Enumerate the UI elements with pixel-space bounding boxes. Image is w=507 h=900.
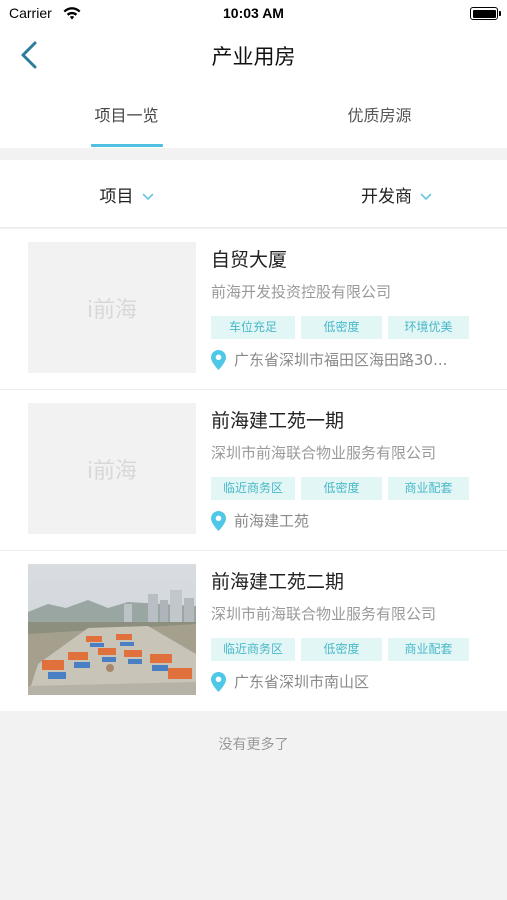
aerial-site-photo — [28, 564, 196, 695]
chevron-down-icon — [420, 193, 432, 200]
tag: 低密度 — [301, 316, 382, 339]
project-thumbnail: i前海 — [28, 403, 196, 534]
tag-list: 车位充足 低密度 环境优美 — [211, 316, 469, 339]
tag: 低密度 — [301, 477, 382, 500]
tab-project-overview[interactable]: 项目一览 — [0, 82, 253, 148]
project-thumbnail: i前海 — [28, 242, 196, 373]
tag: 低密度 — [301, 638, 382, 661]
location-row: 前海建工苑 — [211, 510, 481, 531]
tag: 临近商务区 — [211, 477, 295, 500]
list-item[interactable]: i前海 前海建工苑一期 深圳市前海联合物业服务有限公司 临近商务区 低密度 商业… — [0, 390, 507, 551]
project-name: 前海建工苑二期 — [211, 571, 345, 593]
page-title: 产业用房 — [211, 45, 296, 69]
tab-label: 优质房源 — [347, 106, 412, 125]
list-item[interactable]: 前海建工苑二期 深圳市前海联合物业服务有限公司 临近商务区 低密度 商业配套 广… — [0, 551, 507, 711]
location-pin-icon — [211, 671, 226, 692]
status-bar: Carrier 10:03 AM — [0, 0, 507, 28]
tab-label: 项目一览 — [94, 106, 159, 125]
project-address: 前海建工苑 — [234, 512, 310, 530]
tag: 商业配套 — [388, 638, 469, 661]
no-more-footer: 没有更多了 — [218, 737, 289, 753]
tag-list: 临近商务区 低密度 商业配套 — [211, 477, 469, 500]
status-time: 10:03 AM — [223, 5, 284, 21]
tag: 临近商务区 — [211, 638, 295, 661]
project-address: 广东省深圳市南山区 — [234, 673, 370, 691]
filter-project-dropdown[interactable]: 项目 — [0, 160, 253, 228]
tag: 商业配套 — [388, 477, 469, 500]
project-address: 广东省深圳市福田区海田路30... — [234, 351, 448, 369]
filter-bar: 项目 开发商 — [0, 160, 507, 228]
developer-name: 深圳市前海联合物业服务有限公司 — [211, 605, 437, 623]
active-tab-indicator — [91, 144, 163, 147]
project-list: i前海 自贸大厦 前海开发投资控股有限公司 车位充足 低密度 环境优美 广东省深… — [0, 229, 507, 711]
tab-bar: 项目一览 优质房源 — [0, 82, 507, 148]
tag-list: 临近商务区 低密度 商业配套 — [211, 638, 469, 661]
filter-label: 开发商 — [361, 187, 412, 207]
developer-name: 前海开发投资控股有限公司 — [211, 283, 392, 301]
thumbnail-placeholder-logo: i前海 — [86, 458, 138, 484]
thumbnail-placeholder-logo: i前海 — [86, 297, 138, 323]
developer-name: 深圳市前海联合物业服务有限公司 — [211, 444, 437, 462]
location-row: 广东省深圳市南山区 — [211, 671, 481, 692]
tag: 环境优美 — [388, 316, 469, 339]
chevron-down-icon — [142, 193, 153, 200]
project-name: 前海建工苑一期 — [211, 410, 345, 432]
list-item[interactable]: i前海 自贸大厦 前海开发投资控股有限公司 车位充足 低密度 环境优美 广东省深… — [0, 229, 507, 390]
filter-label: 项目 — [99, 187, 134, 207]
battery-icon — [470, 7, 501, 20]
tab-quality-listings[interactable]: 优质房源 — [253, 82, 506, 148]
tag: 车位充足 — [211, 316, 295, 339]
project-name: 自贸大厦 — [211, 249, 288, 271]
location-row: 广东省深圳市福田区海田路30... — [211, 349, 481, 370]
filter-developer-dropdown[interactable]: 开发商 — [270, 160, 507, 228]
project-photo — [28, 564, 196, 695]
location-pin-icon — [211, 349, 226, 370]
nav-bar: 产业用房 — [0, 28, 507, 82]
location-pin-icon — [211, 510, 226, 531]
